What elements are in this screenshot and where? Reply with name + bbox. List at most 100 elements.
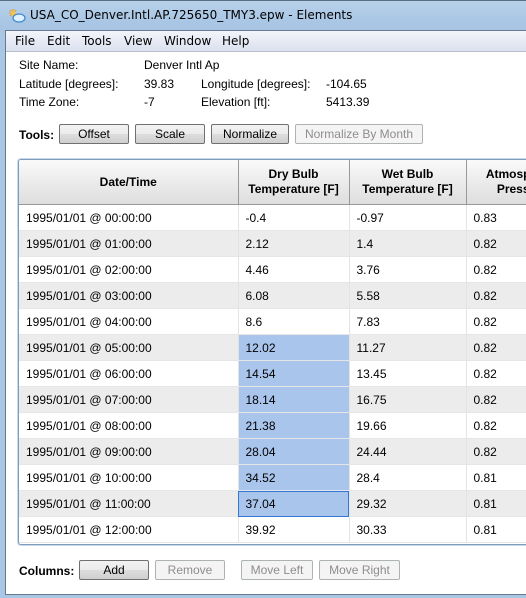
table-cell[interactable]: 21.38 [238, 412, 350, 439]
table-cell[interactable]: 28.04 [238, 438, 350, 465]
table-cell[interactable]: 1995/01/01 @ 04:00:00 [19, 308, 239, 335]
table-cell[interactable]: 4.46 [238, 256, 350, 283]
table-cell[interactable]: 11.27 [349, 334, 467, 361]
table-cell[interactable]: 1995/01/01 @ 08:00:00 [19, 412, 239, 439]
table-row[interactable]: 1995/01/01 @ 09:00:00 28.04 24.44 0.82 [19, 438, 526, 465]
menu-view[interactable]: View [124, 34, 152, 48]
table-row[interactable]: 1995/01/01 @ 04:00:00 8.6 7.83 0.82 [19, 308, 526, 335]
weather-data-table: Date/Time Dry Bulb Temperature [F] Wet Bulb… [18, 159, 526, 545]
column-header-label: Temperature [F] [362, 182, 453, 196]
table-cell[interactable]: 0.82 [466, 386, 526, 413]
column-header-label: Wet Bulb [381, 167, 434, 181]
table-cell[interactable]: 1995/01/01 @ 05:00:00 [19, 334, 239, 361]
table-cell[interactable]: 1995/01/01 @ 01:00:00 [19, 230, 239, 257]
table-cell[interactable]: 0.83 [466, 204, 526, 231]
latitude-value: 39.83 [144, 77, 175, 91]
table-cell[interactable]: 0.82 [466, 360, 526, 387]
longitude-value: -104.65 [326, 77, 367, 91]
table-cell[interactable]: 0.82 [466, 334, 526, 361]
table-cell[interactable]: 1995/01/01 @ 09:00:00 [19, 438, 239, 465]
table-row[interactable]: 1995/01/01 @ 10:00:00 34.52 28.4 0.81 [19, 464, 526, 491]
table-row[interactable]: 1995/01/01 @ 05:00:00 12.02 11.27 0.82 [19, 334, 526, 361]
table-cell[interactable]: -0.97 [349, 204, 467, 231]
table-row[interactable]: 1995/01/01 @ 06:00:00 14.54 13.45 0.82 [19, 360, 526, 387]
table-cell[interactable]: 1995/01/01 @ 07:00:00 [19, 386, 239, 413]
table-cell[interactable]: 12.02 [238, 334, 350, 361]
table-row[interactable]: 1995/01/01 @ 08:00:00 21.38 19.66 0.82 [19, 412, 526, 439]
table-cell[interactable]: 39.92 [238, 516, 350, 543]
move-right-button[interactable]: Move Right [319, 560, 400, 580]
table-cell[interactable]: 1995/01/01 @ 03:00:00 [19, 282, 239, 309]
table-cell[interactable]: 1995/01/01 @ 00:00:00 [19, 204, 239, 231]
menu-help[interactable]: Help [222, 34, 249, 48]
table-row[interactable]: 1995/01/01 @ 01:00:00 2.12 1.4 0.82 [19, 230, 526, 257]
table-cell[interactable]: 14.54 [238, 360, 350, 387]
table-row[interactable]: 1995/01/01 @ 12:00:00 39.92 30.33 0.81 [19, 516, 526, 543]
table-cell[interactable]: 29.32 [349, 490, 467, 517]
table-cell[interactable]: 0.82 [466, 412, 526, 439]
offset-button[interactable]: Offset [59, 124, 129, 144]
table-row[interactable]: 1995/01/01 @ 02:00:00 4.46 3.76 0.82 [19, 256, 526, 283]
column-header-label: Pressure [496, 182, 526, 196]
table-cell[interactable]: 1995/01/01 @ 02:00:00 [19, 256, 239, 283]
column-header[interactable]: Date/Time [19, 160, 239, 205]
table-cell[interactable]: 1995/01/01 @ 11:00:00 [19, 490, 239, 517]
table-cell[interactable]: 19.66 [349, 412, 467, 439]
table-cell[interactable]: 0.82 [466, 230, 526, 257]
elevation-value: 5413.39 [326, 95, 370, 109]
table-cell[interactable]: 0.81 [466, 464, 526, 491]
column-header[interactable]: Dry Bulb Temperature [F] [238, 160, 350, 205]
table-cell[interactable]: 24.44 [349, 438, 467, 465]
column-header[interactable]: Wet Bulb Temperature [F] [349, 160, 467, 205]
window-title: USA_CO_Denver.Intl.AP.725650_TMY3.epw - … [30, 8, 353, 22]
table-cell[interactable]: -0.4 [238, 204, 350, 231]
normalize-by-month-button[interactable]: Normalize By Month [295, 124, 423, 144]
table-cell[interactable]: 0.81 [466, 490, 526, 517]
menu-tools[interactable]: Tools [82, 34, 112, 48]
table-cell[interactable]: 13.45 [349, 360, 467, 387]
table-cell[interactable]: 1995/01/01 @ 12:00:00 [19, 516, 239, 543]
table-header-row: Date/Time Dry Bulb Temperature [F] Wet Bulb… [19, 160, 526, 205]
remove-column-button[interactable]: Remove [155, 560, 225, 580]
column-header-label: Date/Time [99, 174, 157, 189]
table-cell[interactable]: 30.33 [349, 516, 467, 543]
table-cell[interactable]: 0.82 [466, 282, 526, 309]
table-cell[interactable]: 1.4 [349, 230, 467, 257]
table-cell[interactable]: 8.6 [238, 308, 350, 335]
scale-button[interactable]: Scale [135, 124, 205, 144]
table-cell[interactable]: 7.83 [349, 308, 467, 335]
menu-file[interactable]: File [15, 34, 35, 48]
table-cell[interactable]: 18.14 [238, 386, 350, 413]
table-cell[interactable]: 0.82 [466, 256, 526, 283]
table-body: 1995/01/01 @ 00:00:00 -0.4 -0.97 0.83 1995/0… [19, 204, 526, 543]
menu-edit[interactable]: Edit [47, 34, 70, 48]
table-cell[interactable]: 1995/01/01 @ 10:00:00 [19, 464, 239, 491]
table-cell[interactable]: 16.75 [349, 386, 467, 413]
table-cell[interactable]: 0.81 [466, 516, 526, 543]
table-cell[interactable]: 3.76 [349, 256, 467, 283]
add-column-button[interactable]: Add [79, 560, 149, 580]
normalize-button[interactable]: Normalize [211, 124, 289, 144]
table-cell[interactable]: 2.12 [238, 230, 350, 257]
table-cell[interactable]: 34.52 [238, 464, 350, 491]
sun-cloud-icon [9, 9, 26, 23]
menu-window[interactable]: Window [164, 34, 211, 48]
table-row[interactable]: 1995/01/01 @ 03:00:00 6.08 5.58 0.82 [19, 282, 526, 309]
column-header-label: Dry Bulb [268, 167, 319, 181]
table-row[interactable]: 1995/01/01 @ 00:00:00 -0.4 -0.97 0.83 [19, 204, 526, 231]
table-cell[interactable]: 1995/01/01 @ 06:00:00 [19, 360, 239, 387]
table-cell[interactable]: 0.82 [466, 438, 526, 465]
table-row[interactable]: 1995/01/01 @ 07:00:00 18.14 16.75 0.82 [19, 386, 526, 413]
timezone-label: Time Zone: [19, 95, 80, 109]
table-row[interactable]: 1995/01/01 @ 11:00:00 37.04 29.32 0.81 [19, 490, 526, 517]
column-header[interactable]: AtmosphericPressure [466, 160, 526, 205]
columns-label: Columns: [19, 564, 75, 578]
table-cell[interactable]: 0.82 [466, 308, 526, 335]
table-cell[interactable]: 37.04 [238, 490, 350, 517]
table-cell[interactable]: 28.4 [349, 464, 467, 491]
table-cell[interactable]: 6.08 [238, 282, 350, 309]
table-cell[interactable]: 5.58 [349, 282, 467, 309]
site-name-value: Denver Intl Ap [144, 58, 220, 72]
move-left-button[interactable]: Move Left [241, 560, 313, 580]
longitude-label: Longitude [degrees]: [201, 77, 311, 91]
